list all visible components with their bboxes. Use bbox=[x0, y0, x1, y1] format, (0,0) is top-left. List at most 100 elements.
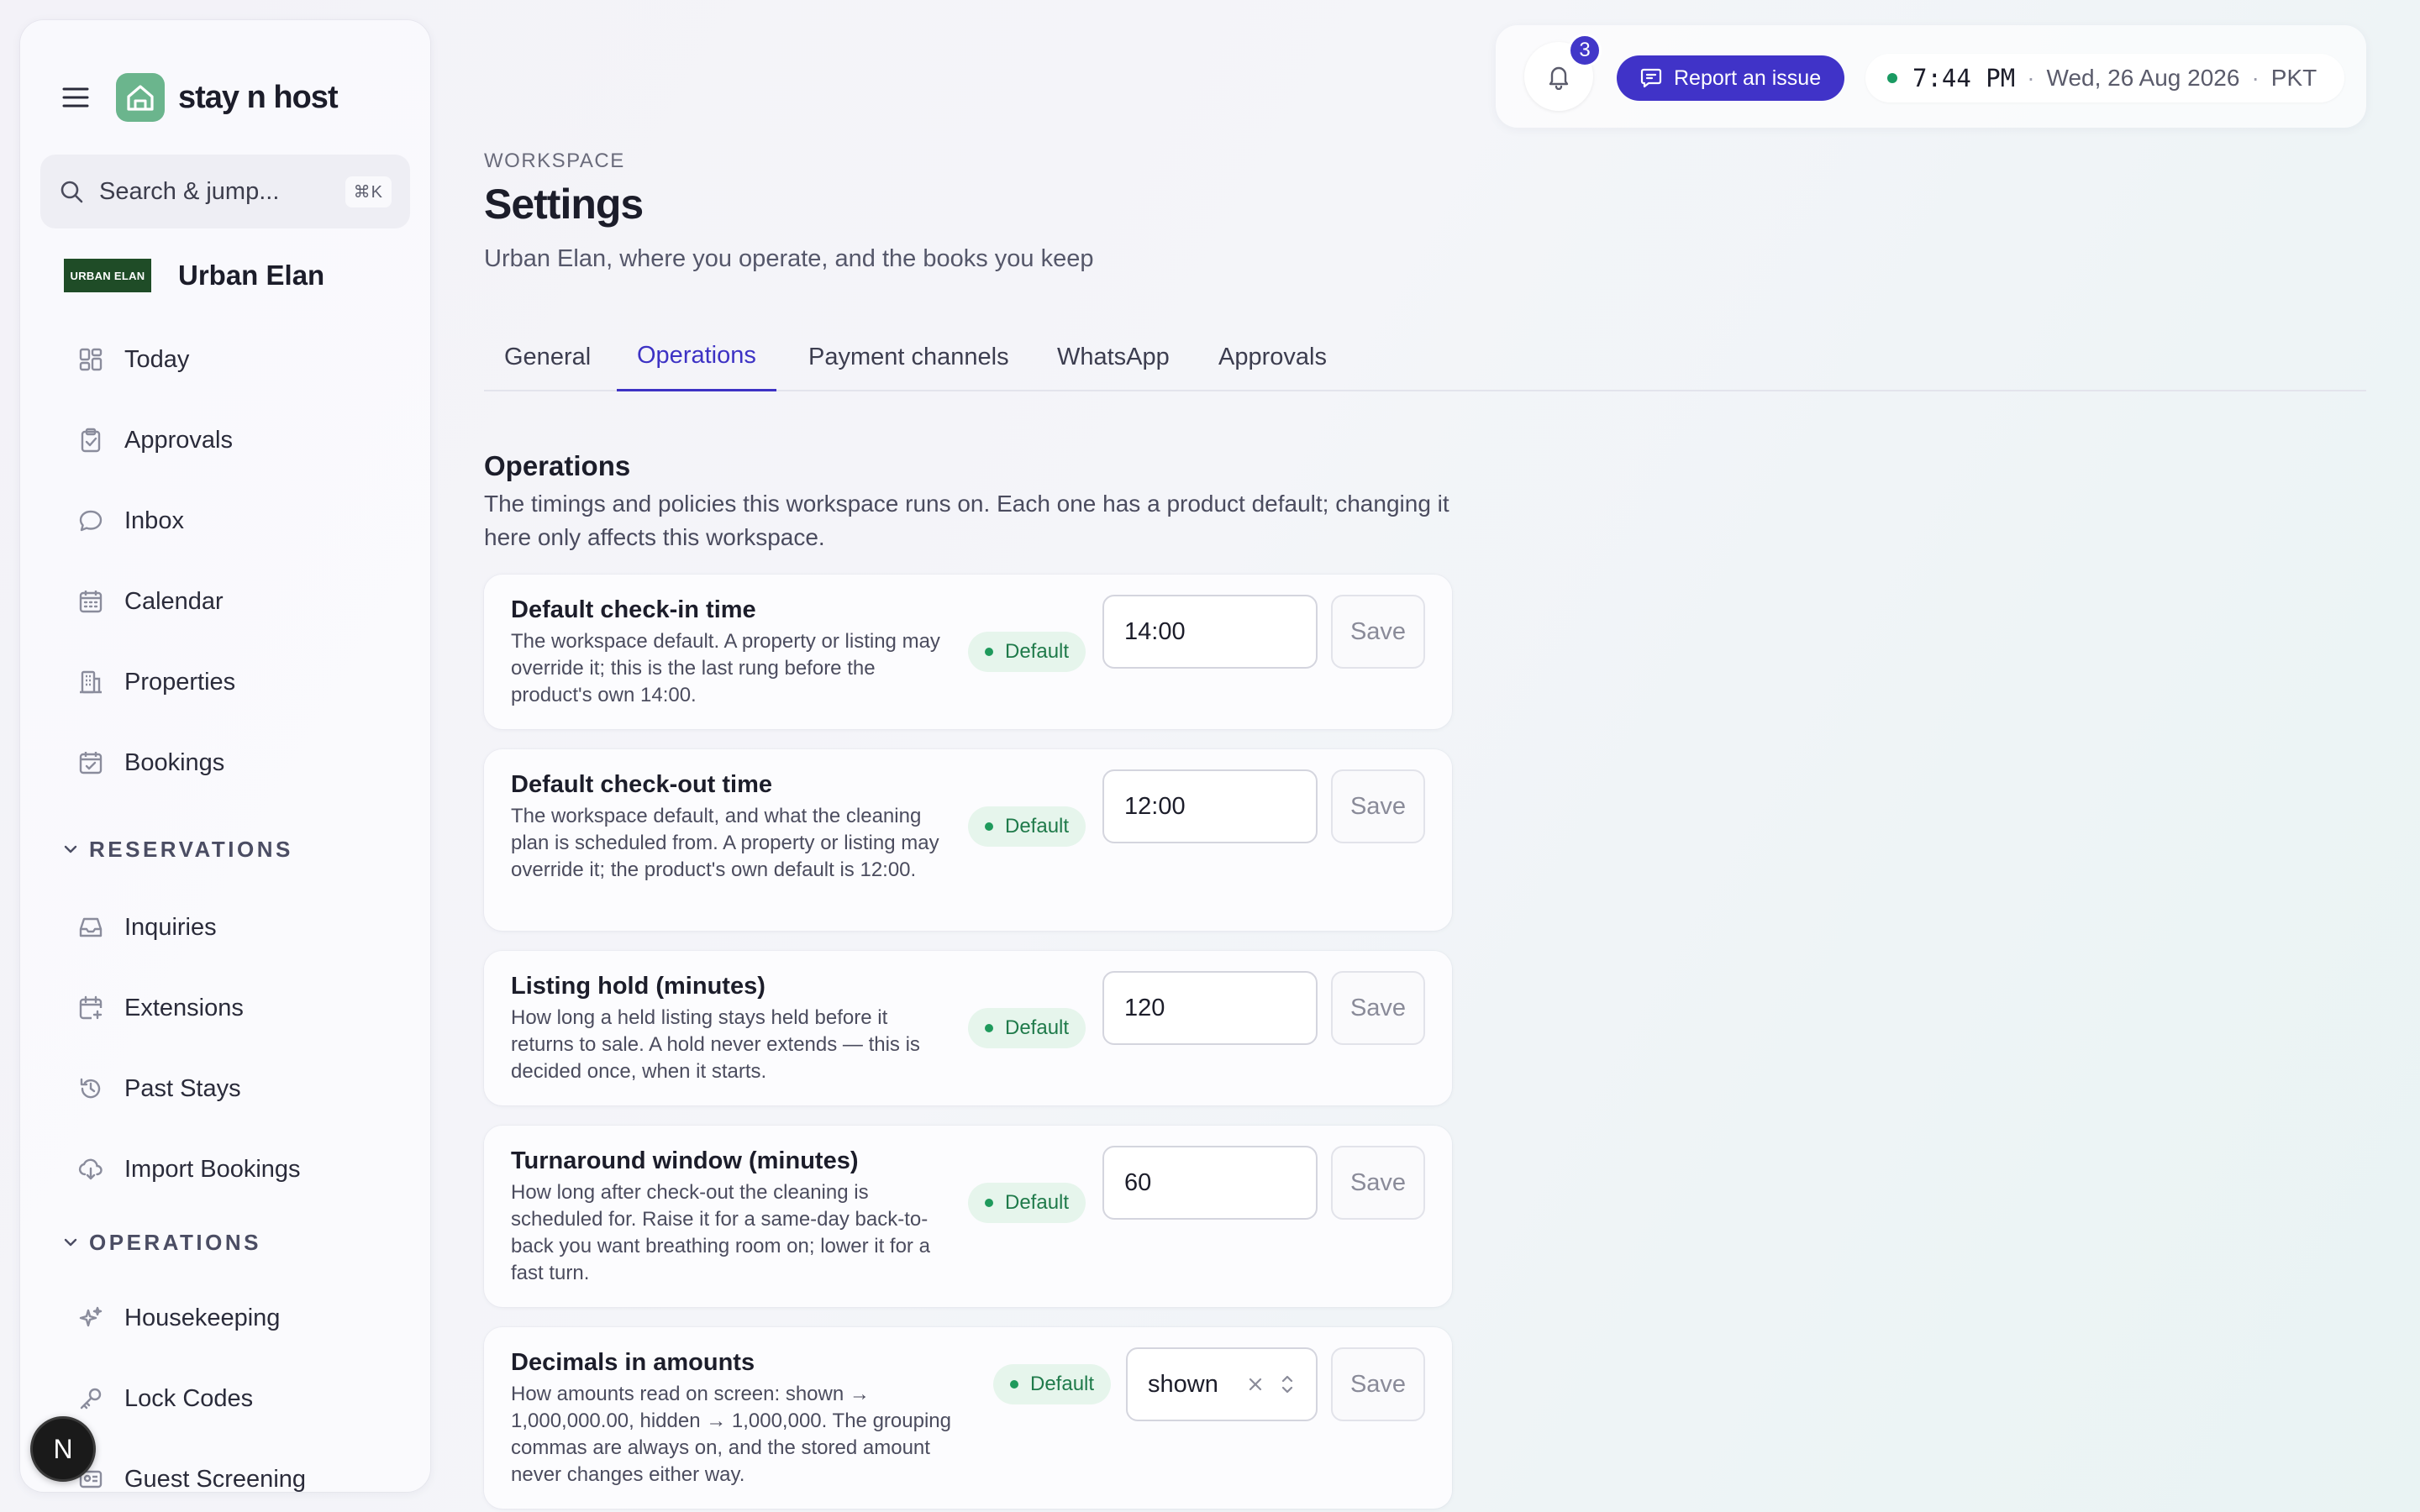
setting-card-turnaround: Turnaround window (minutes) How long aft… bbox=[484, 1126, 1452, 1307]
sidebar-item-inbox[interactable]: Inbox bbox=[76, 487, 412, 554]
sidebar-item-label: Housekeeping bbox=[124, 1304, 281, 1331]
sidebar-item-label: Today bbox=[124, 345, 190, 373]
tab-operations[interactable]: Operations bbox=[617, 323, 776, 391]
calendar-check-icon bbox=[76, 748, 106, 778]
status-dot bbox=[985, 1199, 993, 1207]
check-out-time-input[interactable] bbox=[1102, 769, 1318, 843]
sidebar-item-calendar[interactable]: Calendar bbox=[76, 568, 412, 635]
sidebar-item-extensions[interactable]: Extensions bbox=[76, 974, 412, 1042]
chevron-down-icon bbox=[62, 841, 79, 858]
default-badge: Default bbox=[968, 806, 1086, 847]
save-button[interactable]: Save bbox=[1331, 595, 1425, 669]
sidebar-item-import-bookings[interactable]: Import Bookings bbox=[76, 1136, 412, 1203]
sidebar-item-guest-screening[interactable]: Guest Screening bbox=[76, 1446, 412, 1492]
default-badge: Default bbox=[968, 1183, 1086, 1223]
save-button[interactable]: Save bbox=[1331, 971, 1425, 1045]
tab-whatsapp[interactable]: WhatsApp bbox=[1037, 323, 1190, 391]
setting-title: Default check-in time bbox=[511, 596, 756, 623]
decimals-select[interactable]: shown bbox=[1126, 1347, 1318, 1421]
avatar[interactable]: N bbox=[30, 1416, 96, 1482]
setting-title: Decimals in amounts bbox=[511, 1349, 755, 1376]
workspace-name: Urban Elan bbox=[178, 260, 325, 291]
clock-date: Wed, 26 Aug 2026 bbox=[2046, 65, 2240, 91]
clipboard-check-icon bbox=[76, 425, 106, 455]
setting-description: How amounts read on screen: shown → 1,00… bbox=[511, 1383, 951, 1486]
save-button[interactable]: Save bbox=[1331, 769, 1425, 843]
sidebar-item-past-stays[interactable]: Past Stays bbox=[76, 1055, 412, 1122]
brand-row: stay n host bbox=[60, 54, 413, 141]
status-dot bbox=[985, 822, 993, 831]
section-title: Operations bbox=[484, 450, 631, 481]
notification-count-badge: 3 bbox=[1568, 34, 1602, 67]
section-toggle-operations[interactable]: OPERATIONS bbox=[62, 1221, 261, 1263]
sidebar-item-properties[interactable]: Properties bbox=[76, 648, 412, 716]
sparkles-icon bbox=[76, 1303, 106, 1333]
default-badge: Default bbox=[968, 632, 1086, 672]
clear-icon[interactable] bbox=[1247, 1376, 1264, 1393]
report-issue-button[interactable]: Report an issue bbox=[1617, 55, 1845, 101]
sidebar-item-today[interactable]: Today bbox=[76, 326, 412, 393]
workspace-switcher[interactable]: URBAN ELAN Urban Elan bbox=[64, 240, 324, 311]
chat-bubble-icon bbox=[76, 506, 106, 536]
setting-description: How long a held listing stays held befor… bbox=[511, 1006, 920, 1083]
calendar-icon bbox=[76, 586, 106, 617]
clock-time: 7:44 PM bbox=[1912, 64, 2016, 92]
tab-payment-channels[interactable]: Payment channels bbox=[788, 323, 1029, 391]
status-dot bbox=[985, 648, 993, 656]
topbar: 3 Report an issue 7:44 PM · Wed, 26 Aug … bbox=[1496, 25, 2366, 128]
setting-description: The workspace default. A property or lis… bbox=[511, 630, 940, 706]
clock-display: 7:44 PM · Wed, 26 Aug 2026 · PKT bbox=[1865, 54, 2344, 102]
page-subtitle: Urban Elan, where you operate, and the b… bbox=[484, 245, 1094, 272]
section-toggle-reservations[interactable]: RESERVATIONS bbox=[62, 828, 293, 870]
setting-card-decimals: Decimals in amounts How amounts read on … bbox=[484, 1327, 1452, 1509]
chevron-down-icon bbox=[62, 1234, 79, 1251]
section-description: The timings and policies this workspace … bbox=[484, 491, 1449, 550]
sidebar-item-label: Past Stays bbox=[124, 1074, 241, 1102]
report-issue-label: Report an issue bbox=[1674, 66, 1822, 90]
setting-description: How long after check-out the cleaning is… bbox=[511, 1181, 930, 1284]
sidebar-item-label: Lock Codes bbox=[124, 1384, 254, 1412]
sidebar-item-lock-codes[interactable]: Lock Codes bbox=[76, 1365, 412, 1432]
status-dot bbox=[1010, 1380, 1018, 1389]
separator: · bbox=[2027, 65, 2035, 91]
save-button[interactable]: Save bbox=[1331, 1146, 1425, 1220]
setting-description: The workspace default, and what the clea… bbox=[511, 805, 939, 881]
menu-icon[interactable] bbox=[60, 82, 91, 113]
default-badge: Default bbox=[993, 1364, 1112, 1404]
setting-card-listing-hold: Listing hold (minutes) How long a held l… bbox=[484, 951, 1452, 1105]
sidebar-item-label: Inbox bbox=[124, 507, 184, 534]
sidebar-item-housekeeping[interactable]: Housekeeping bbox=[76, 1284, 412, 1352]
check-in-time-input[interactable] bbox=[1102, 595, 1318, 669]
building-icon bbox=[76, 667, 106, 697]
sidebar-item-inquiries[interactable]: Inquiries bbox=[76, 894, 412, 961]
sidebar-item-label: Extensions bbox=[124, 994, 244, 1021]
sidebar-item-approvals[interactable]: Approvals bbox=[76, 407, 412, 474]
inbox-tray-icon bbox=[76, 912, 106, 942]
setting-title: Default check-out time bbox=[511, 771, 772, 798]
setting-title: Listing hold (minutes) bbox=[511, 973, 765, 1000]
sidebar-item-label: Calendar bbox=[124, 587, 224, 615]
tab-approvals[interactable]: Approvals bbox=[1198, 323, 1347, 391]
setting-title: Turnaround window (minutes) bbox=[511, 1147, 859, 1174]
sidebar-item-label: Inquiries bbox=[124, 913, 217, 941]
brand-name[interactable]: stay n host bbox=[178, 80, 339, 116]
history-icon bbox=[76, 1074, 106, 1104]
sidebar-item-bookings[interactable]: Bookings bbox=[76, 729, 412, 796]
bell-icon bbox=[1545, 63, 1572, 90]
dashboard-icon bbox=[76, 344, 106, 375]
listing-hold-input[interactable] bbox=[1102, 971, 1318, 1045]
key-icon bbox=[76, 1383, 106, 1414]
badge-label: Default bbox=[1005, 815, 1070, 837]
calendar-plus-icon bbox=[76, 993, 106, 1023]
page-eyebrow: WORKSPACE bbox=[484, 150, 625, 172]
search-input[interactable]: Search & jump... ⌘K bbox=[40, 155, 410, 228]
sidebar-item-label: Import Bookings bbox=[124, 1155, 301, 1183]
brand-logo-icon[interactable] bbox=[116, 73, 165, 122]
save-button[interactable]: Save bbox=[1331, 1347, 1425, 1421]
turnaround-input[interactable] bbox=[1102, 1146, 1318, 1220]
section-label: OPERATIONS bbox=[89, 1229, 261, 1255]
message-alert-icon bbox=[1640, 67, 1662, 89]
page-title: Settings bbox=[484, 181, 644, 228]
tab-general[interactable]: General bbox=[484, 323, 611, 391]
setting-card-check-out: Default check-out time The workspace def… bbox=[484, 749, 1452, 931]
